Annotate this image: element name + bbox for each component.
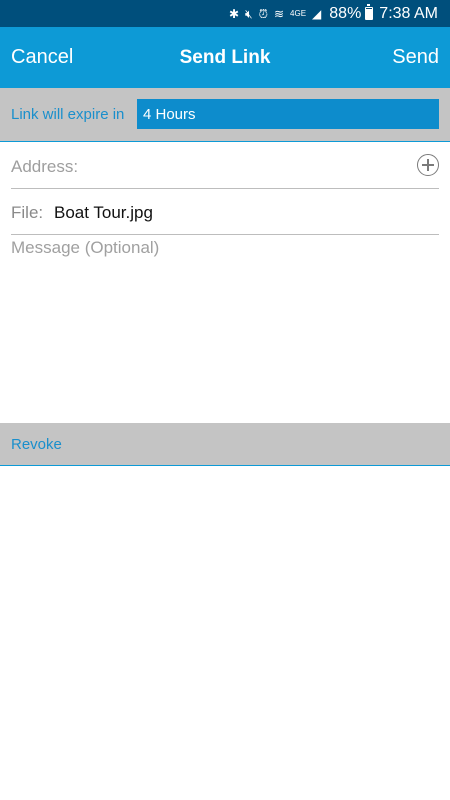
file-row: File: Boat Tour.jpg	[11, 189, 439, 235]
battery-percent: 88%	[329, 4, 362, 22]
expire-selected-value: 4 Hours	[143, 105, 196, 123]
alarm-icon: ⏰︎	[258, 6, 268, 21]
message-placeholder: Message (Optional)	[11, 238, 160, 257]
mute-icon: 🔇︎	[245, 6, 253, 21]
add-contact-icon[interactable]	[417, 154, 439, 176]
expire-dropdown[interactable]: 4 Hours	[137, 99, 439, 129]
wifi-icon: ≋	[273, 6, 285, 21]
message-field[interactable]: Message (Optional)	[11, 236, 439, 422]
cancel-button[interactable]: Cancel	[11, 46, 73, 69]
clock: 7:38 AM	[379, 4, 438, 22]
send-button[interactable]: Send	[392, 46, 439, 69]
battery-icon	[365, 4, 374, 20]
address-placeholder: Address:	[11, 157, 79, 176]
bluetooth-icon: ✱	[228, 6, 240, 21]
status-bar: ✱ 🔇︎ ⏰︎ ≋ 4GE ◢ 88% 7:38 AM	[0, 0, 450, 27]
revoke-button[interactable]: Revoke	[11, 436, 62, 453]
expire-row: Link will expire in 4 Hours	[0, 88, 450, 142]
action-bar: Cancel Send Link Send	[0, 27, 450, 88]
file-name: Boat Tour.jpg	[54, 203, 153, 222]
address-field[interactable]: Address:	[11, 143, 439, 189]
status-icons: ✱ 🔇︎ ⏰︎ ≋ 4GE ◢	[229, 8, 321, 20]
lte-icon: 4GE	[290, 8, 307, 18]
expire-label: Link will expire in	[11, 106, 125, 123]
file-label: File:	[11, 203, 44, 222]
signal-icon: ◢	[312, 6, 322, 21]
revoke-row: Revoke	[0, 423, 450, 466]
